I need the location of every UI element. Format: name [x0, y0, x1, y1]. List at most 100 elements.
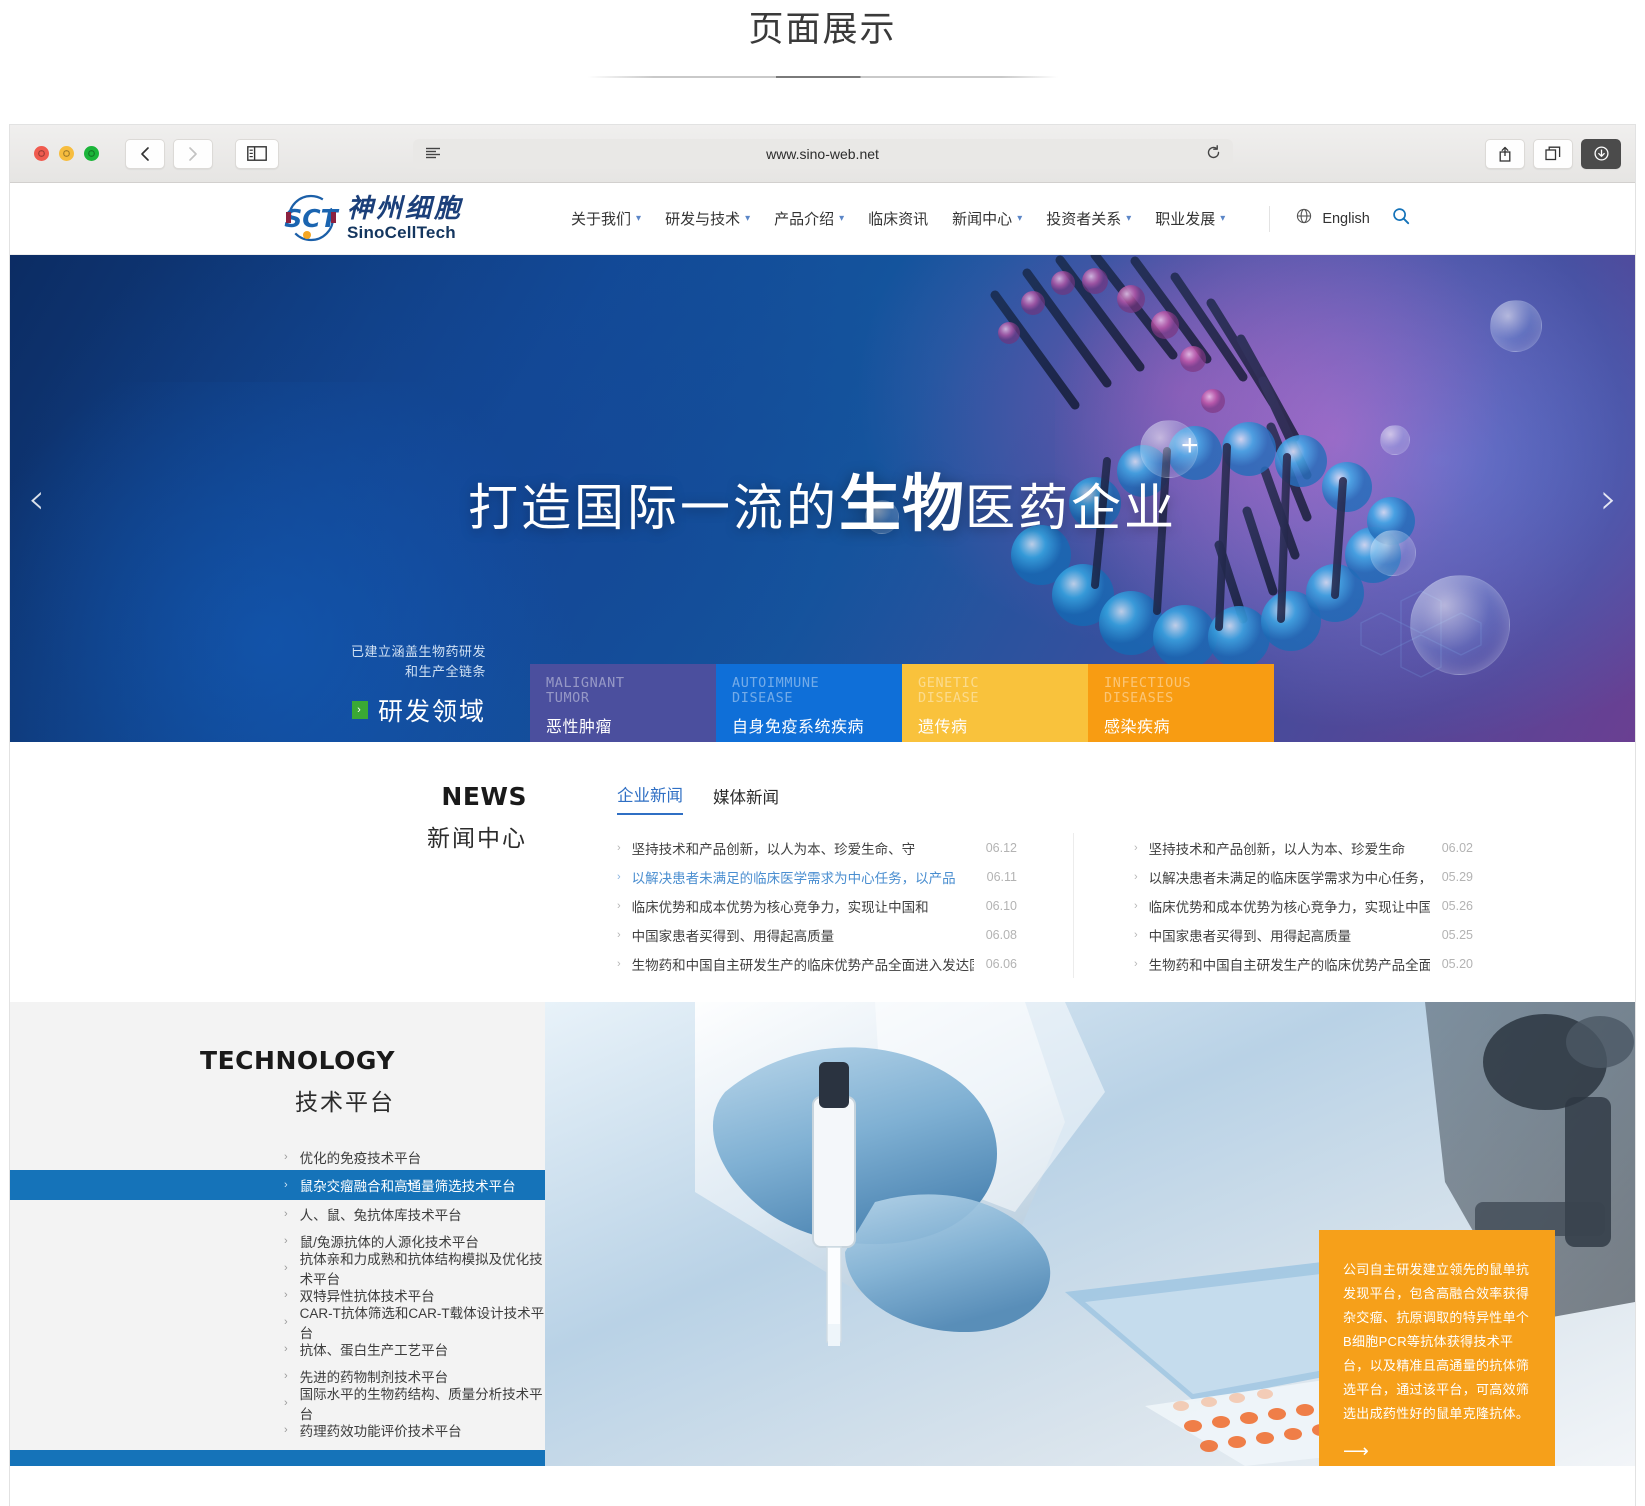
news-columns: › 坚持技术和产品创新，以人为本、珍爱生命、守 06.12 › 以解决患者未满足… [617, 833, 1635, 978]
chevron-right-icon: › [1134, 870, 1138, 883]
hero-title-bold: 生物 [838, 467, 965, 540]
news-item[interactable]: › 生物药和中国自主研发生产的临床优势产品全面进入发 05.20 [1134, 949, 1473, 978]
news-item[interactable]: › 生物药和中国自主研发生产的临床优势产品全面进入发达国 06.06 [617, 949, 1017, 978]
expand-plus-icon[interactable]: + [406, 1176, 415, 1194]
new-tab-button[interactable] [1533, 138, 1573, 169]
share-button[interactable] [1485, 138, 1525, 169]
hero-title-plus: + [1181, 429, 1199, 462]
chevron-right-icon: › [617, 899, 621, 912]
site-header: SCT 神州细胞 SinoCellTech 关于我们 ▾ 研发与技术 ▾ 产品介… [10, 183, 1635, 255]
news-column-right: › 坚持技术和产品创新，以人为本、珍爱生命 06.02 › 以解决患者未满足的临… [1073, 833, 1473, 978]
news-item-title: 以解决患者未满足的临床医学需求为中心任务，以产品 [631, 870, 956, 886]
back-button[interactable] [125, 138, 165, 169]
news-item[interactable]: › 以解决患者未满足的临床医学需求为中心任务，以产 05.29 [1134, 862, 1473, 891]
chevron-right-icon: › [351, 701, 368, 719]
chevron-right-icon: › [1134, 841, 1138, 854]
logo-english-name: SinoCellTech [347, 223, 456, 242]
nav-item-clinical-info[interactable]: 临床资讯 [868, 208, 928, 229]
rd-field-block: 已建立涵盖生物药研发 和生产全链条 › 研发领域 [10, 642, 530, 742]
chevron-down-icon: ▾ [745, 213, 751, 224]
search-icon[interactable] [1392, 207, 1410, 230]
reader-view-icon[interactable] [425, 146, 441, 162]
tile-en-line2: TUMOR [546, 690, 590, 706]
tile-autoimmune-disease[interactable]: AUTOIMMUNE DISEASE 自身免疫系统疾病 [716, 664, 902, 742]
news-item[interactable]: › 临床优势和成本优势为核心竞争力，实现让中国和 06.10 [617, 891, 1017, 920]
technology-heading: TECHNOLOGY 技术平台 [10, 1046, 545, 1117]
chevron-right-icon: › [617, 841, 621, 854]
language-switch[interactable]: English [1322, 211, 1370, 227]
tile-genetic-disease[interactable]: GENETIC DISEASE 遗传病 [902, 664, 1088, 742]
sct-logo-icon: SCT [282, 192, 340, 246]
news-item[interactable]: › 中国家患者买得到、用得起高质量 05.25 [1134, 920, 1473, 949]
header-utilities: English [1269, 205, 1410, 232]
tech-item-6[interactable]: › CAR-T抗体筛选和CAR-T载体设计技术平台 [10, 1306, 545, 1341]
tech-item-2[interactable]: › 人、鼠、兔抗体库技术平台 [10, 1200, 545, 1227]
rd-subtitle-line2: 和生产全链条 [404, 664, 486, 679]
site-logo[interactable]: SCT 神州细胞 SinoCellTech [282, 192, 463, 246]
carousel-next-button[interactable]: › [1600, 477, 1617, 520]
chevron-right-icon: › [284, 1234, 288, 1247]
tile-cn-label: 遗传病 [918, 719, 968, 736]
hero-banner: ‹ › 打造国际一流的生物医药企业 + 已建立涵盖生物药研发 和生产全链条 › 研… [10, 255, 1635, 742]
tile-en-line1: AUTOIMMUNE [732, 675, 820, 691]
tab-media-news[interactable]: 媒体新闻 [713, 784, 779, 815]
news-item-title: 生物药和中国自主研发生产的临床优势产品全面进入发达国 [631, 957, 974, 973]
tech-item-label: 抗体亲和力成熟和抗体结构模拟及优化技术平台 [299, 1251, 543, 1287]
downloads-button[interactable] [1581, 138, 1621, 169]
news-item[interactable]: › 中国家患者买得到、用得起高质量 06.08 [617, 920, 1017, 949]
chevron-right-icon: › [284, 1315, 288, 1328]
chevron-right-icon: › [1134, 957, 1138, 970]
news-heading-en: NEWS [441, 782, 527, 811]
nav-label: 投资者关系 [1046, 211, 1122, 228]
bubble-2 [1380, 425, 1410, 455]
maximize-window-button[interactable] [84, 146, 99, 161]
nav-item-careers[interactable]: 职业发展 ▾ [1155, 208, 1225, 229]
news-heading-cn: 新闻中心 [427, 825, 527, 851]
tab-corporate-news[interactable]: 企业新闻 [617, 782, 683, 815]
globe-icon[interactable] [1296, 208, 1312, 229]
tech-item-4[interactable]: › 抗体亲和力成熟和抗体结构模拟及优化技术平台 [10, 1252, 545, 1287]
news-item[interactable]: › 以解决患者未满足的临床医学需求为中心任务，以产品 06.11 [617, 862, 1017, 891]
toolbar-right-buttons[interactable] [1485, 138, 1621, 169]
tech-item-1[interactable]: › 鼠杂交瘤融合和高通量筛选技术平台 + [10, 1170, 545, 1200]
chevron-down-icon: ▾ [839, 213, 845, 224]
tile-malignant-tumor[interactable]: MALIGNANT TUMOR 恶性肿瘤 [530, 664, 716, 742]
nav-label: 临床资讯 [868, 211, 929, 228]
tile-en-line1: MALIGNANT [546, 675, 625, 691]
chevron-right-icon: › [617, 957, 621, 970]
forward-button[interactable] [173, 138, 213, 169]
tech-item-0[interactable]: › 优化的免疫技术平台 [10, 1143, 545, 1170]
tile-cn-label: 感染疾病 [1104, 719, 1171, 736]
news-item-title: 以解决患者未满足的临床医学需求为中心任务，以产 [1148, 870, 1430, 886]
nav-item-news-center[interactable]: 新闻中心 ▾ [952, 208, 1022, 229]
nav-item-investor-relations[interactable]: 投资者关系 ▾ [1046, 208, 1131, 229]
navigation-buttons[interactable] [125, 138, 213, 169]
news-item[interactable]: › 临床优势和成本优势为核心竞争力，实现让中国 05.26 [1134, 891, 1473, 920]
nav-item-rd-technology[interactable]: 研发与技术 ▾ [665, 208, 750, 229]
nav-item-about[interactable]: 关于我们 ▾ [571, 208, 641, 229]
rd-field-link[interactable]: › 研发领域 [10, 692, 486, 728]
window-controls[interactable] [34, 146, 99, 161]
minimize-window-button[interactable] [59, 146, 74, 161]
reload-icon[interactable] [1206, 144, 1221, 163]
sidebar-toggle-button[interactable] [235, 138, 279, 169]
rd-field-label: 研发领域 [377, 698, 486, 726]
technology-image-panel: 公司自主研发建立领先的鼠单抗发现平台，包含高融合效率获得杂交瘤、抗原调取的特异性… [545, 1002, 1635, 1466]
tech-item-9[interactable]: › 国际水平的生物药结构、质量分析技术平台 [10, 1387, 545, 1422]
chevron-right-icon: › [284, 1261, 288, 1274]
tile-infectious-diseases[interactable]: INFECTIOUS DISEASES 感染疾病 [1088, 664, 1274, 742]
arrow-right-icon[interactable]: ⟶ [1343, 1442, 1533, 1460]
carousel-prev-button[interactable]: ‹ [28, 477, 45, 520]
nav-item-products[interactable]: 产品介绍 ▾ [774, 208, 844, 229]
tech-item-label: 国际水平的生物药结构、质量分析技术平台 [299, 1386, 543, 1422]
news-item[interactable]: › 坚持技术和产品创新，以人为本、珍爱生命 06.02 [1134, 833, 1473, 862]
browser-titlebar: www.sino-web.net [10, 125, 1635, 183]
close-window-button[interactable] [34, 146, 49, 161]
news-item[interactable]: › 坚持技术和产品创新，以人为本、珍爱生命、守 06.12 [617, 833, 1017, 862]
address-bar[interactable]: www.sino-web.net [412, 138, 1233, 169]
chevron-right-icon: › [284, 1288, 288, 1301]
chevron-right-icon: › [1134, 899, 1138, 912]
nav-label: 研发与技术 [665, 211, 741, 228]
technology-bottom-strip [10, 1450, 545, 1466]
rd-subtitle-line1: 已建立涵盖生物药研发 [350, 644, 486, 659]
